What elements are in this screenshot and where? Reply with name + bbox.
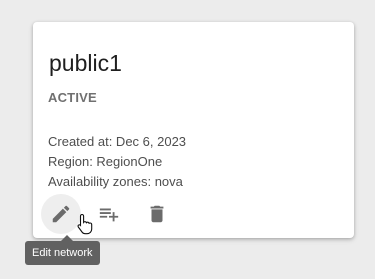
network-card: public1 ACTIVE Created at: Dec 6, 2023 R…: [33, 22, 354, 238]
tooltip: Edit network: [25, 235, 100, 265]
hand-cursor-icon: [77, 213, 93, 235]
page: public1 ACTIVE Created at: Dec 6, 2023 R…: [0, 0, 375, 279]
network-details: Created at: Dec 6, 2023 Region: RegionOn…: [48, 132, 186, 192]
network-title: public1: [49, 50, 122, 76]
region-text: Region: RegionOne: [48, 154, 163, 169]
trash-icon: [150, 205, 164, 223]
delete-network-button[interactable]: [137, 194, 177, 234]
card-actions: [41, 194, 185, 234]
pencil-icon: [52, 205, 70, 223]
created-at-text: Created at: Dec 6, 2023: [48, 134, 187, 149]
availability-zones-text: Availability zones: nova: [48, 174, 183, 189]
edit-network-button[interactable]: [41, 194, 81, 234]
playlist-add-icon: [99, 208, 119, 222]
add-subnet-button[interactable]: [89, 194, 129, 234]
status-label: ACTIVE: [48, 90, 97, 105]
